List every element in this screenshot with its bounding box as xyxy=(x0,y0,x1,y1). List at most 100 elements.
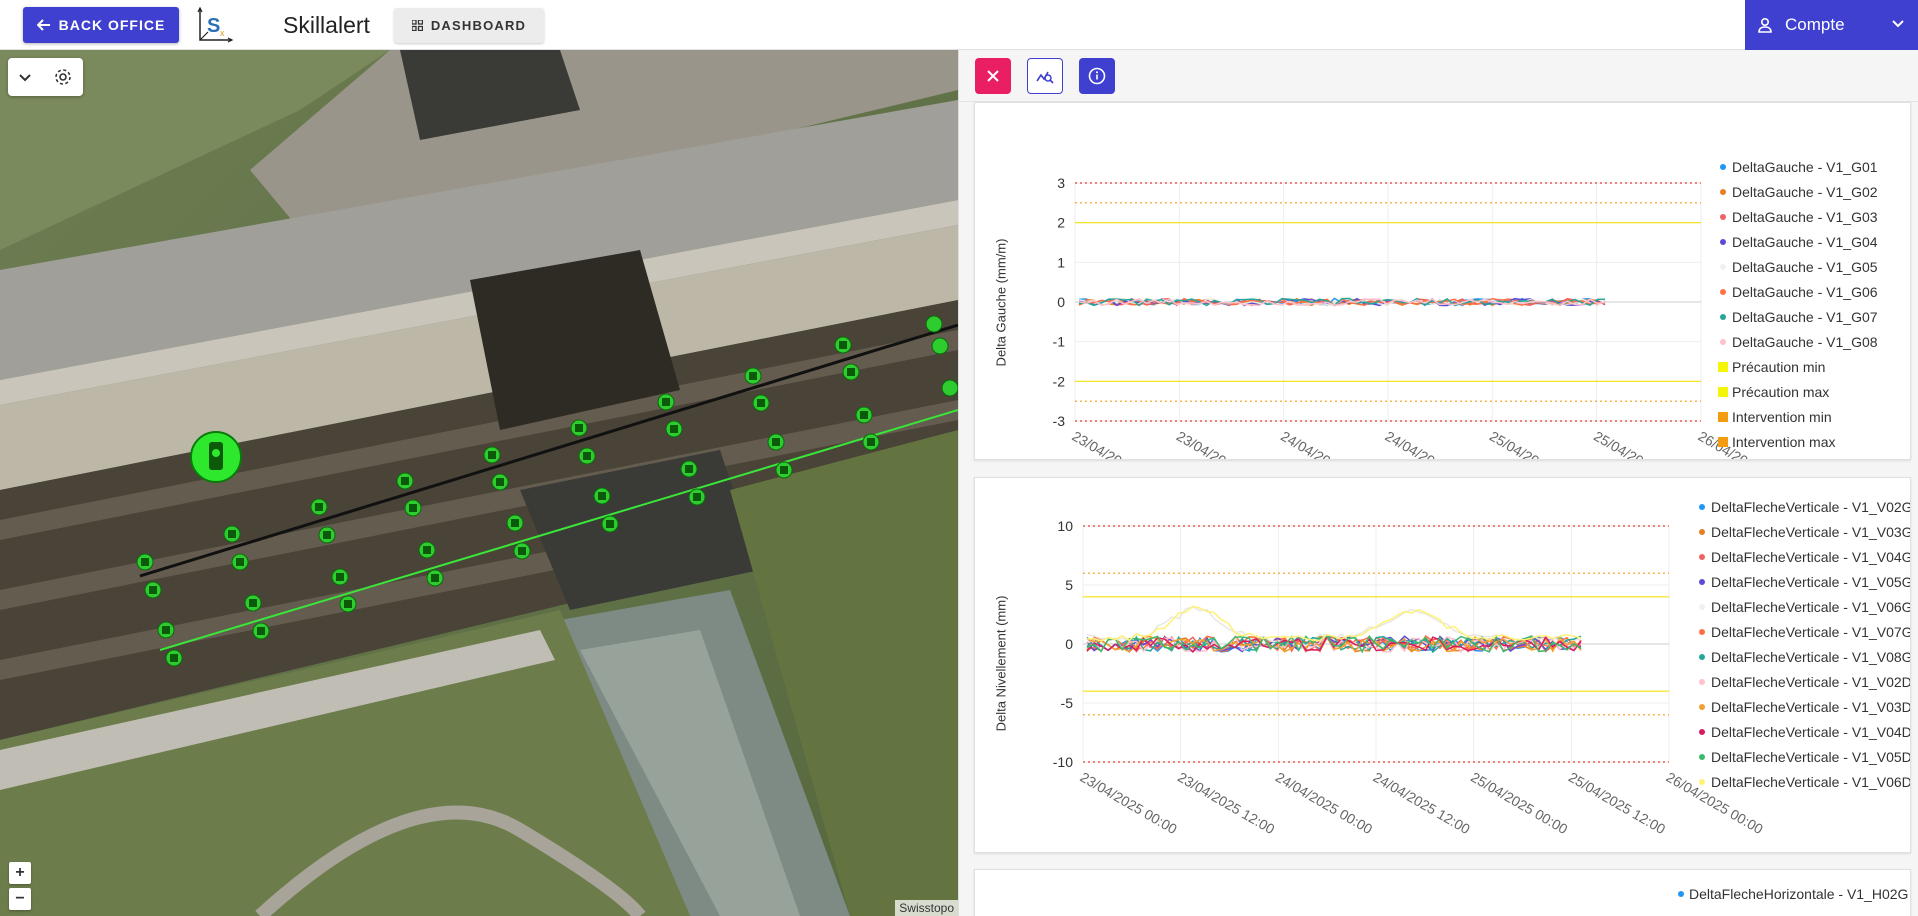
legend-item[interactable]: DeltaGauche - V1_G08 xyxy=(1732,334,1878,350)
gear-icon[interactable] xyxy=(53,67,73,87)
x-tick-label: 23/04/2025 00:00 xyxy=(1070,428,1173,460)
user-icon xyxy=(1758,17,1772,33)
legend-marker xyxy=(1718,362,1728,372)
y-axis-label: Delta Gauche (mm/m) xyxy=(993,238,1009,367)
y-tick-label: 10 xyxy=(1057,518,1073,534)
legend-marker xyxy=(1720,164,1726,170)
legend-item[interactable]: DeltaFlecheVerticale - V1_V03G xyxy=(1711,524,1911,540)
chart-search-icon xyxy=(1036,71,1054,84)
legend-marker xyxy=(1699,604,1705,610)
legend-item[interactable]: DeltaGauche - V1_G05 xyxy=(1732,259,1878,275)
grid-icon xyxy=(411,20,423,31)
y-tick-label: -3 xyxy=(1053,413,1066,429)
legend-marker xyxy=(1718,412,1728,422)
legend-marker xyxy=(1720,289,1726,295)
y-tick-label: 2 xyxy=(1057,215,1065,231)
x-tick-label: 25/04/2025 00:00 xyxy=(1468,769,1571,837)
legend-item[interactable]: DeltaGauche - V1_G07 xyxy=(1732,309,1878,325)
legend-item[interactable]: DeltaGauche - V1_G04 xyxy=(1732,234,1878,250)
legend-item[interactable]: DeltaGauche - V1_G01 xyxy=(1732,159,1878,175)
y-tick-label: 0 xyxy=(1057,294,1065,310)
x-tick-label: 24/04/2025 12:00 xyxy=(1371,769,1474,837)
map-control-group xyxy=(8,58,83,96)
chart-zoom-button[interactable] xyxy=(1027,58,1063,94)
close-panel-button[interactable] xyxy=(975,58,1011,94)
dashboard-button[interactable]: DASHBOARD xyxy=(394,8,544,43)
chart-panel: 3210-1-2-323/04/2025 00:0023/04/2025 12:… xyxy=(959,50,1918,916)
legend-item[interactable]: DeltaFlecheHorizontale - V1_H02G xyxy=(1678,886,1908,902)
legend-marker xyxy=(1699,754,1705,760)
y-axis-label: Delta Nivellement (mm) xyxy=(993,595,1009,732)
legend-marker xyxy=(1699,779,1705,785)
app-title: Skillalert xyxy=(283,12,370,38)
chart-card-delta-nivellement: 10 5 0 -5 -10 23/04/2025 00:00 23/04/2025 12:0… xyxy=(974,477,1911,853)
x-tick-label: 25/04/2025 12:00 xyxy=(1591,428,1694,460)
top-bar: BACK OFFICE S x Skillalert DASHBOARD Com… xyxy=(0,0,1918,50)
legend-marker xyxy=(1699,654,1705,660)
zoom-out-button[interactable]: − xyxy=(9,888,31,910)
legend-item[interactable]: DeltaFlecheVerticale - V1_V03D xyxy=(1711,699,1911,715)
chart-delta-gauche: 3 2 1 0 -1 -2 -323/04/2025 00:0023/04/2025 12:… xyxy=(1053,159,1878,460)
chart-card-delta-horizontale: DeltaFlecheHorizontale - V1_H02G xyxy=(974,869,1911,916)
legend-item[interactable]: DeltaFlecheVerticale - V1_V05G xyxy=(1711,574,1911,590)
legend-item[interactable]: DeltaFlecheVerticale - V1_V02G xyxy=(1711,499,1911,515)
dashboard-label: DASHBOARD xyxy=(430,18,527,33)
x-tick-label: 24/04/2025 00:00 xyxy=(1278,428,1381,460)
svg-text:S: S xyxy=(207,15,220,37)
panel-toolbar xyxy=(959,50,1918,102)
y-tick-label: 1 xyxy=(1057,254,1065,270)
x-tick-label: 25/04/2025 12:00 xyxy=(1566,769,1669,837)
legend-item[interactable]: Précaution min xyxy=(1732,359,1825,375)
y-tick-label: 3 xyxy=(1057,175,1065,191)
legend-item[interactable]: DeltaFlecheVerticale - V1_V07G xyxy=(1711,624,1911,640)
x-tick-label: 23/04/2025 12:00 xyxy=(1175,769,1278,837)
legend-item[interactable]: DeltaFlecheVerticale - V1_V06D xyxy=(1711,774,1911,790)
legend-marker xyxy=(1718,387,1728,397)
legend-marker xyxy=(1720,214,1726,220)
legend-item[interactable]: Intervention min xyxy=(1732,409,1832,425)
chart-card-delta-gauche: 3 2 1 0 -1 -2 -323/04/2025 00:0023/04/2025 12:… xyxy=(974,102,1911,460)
map-view[interactable]: + − Swisstopo xyxy=(0,50,958,916)
x-tick-label: 25/04/2025 00:00 xyxy=(1487,428,1590,460)
arrow-left-icon xyxy=(36,19,50,31)
chevron-down-icon xyxy=(1892,20,1904,28)
svg-text:x: x xyxy=(220,28,225,38)
legend-item[interactable]: Intervention max xyxy=(1732,434,1836,450)
chart-delta-nivellement: 10 5 0 -5 -10 23/04/2025 00:0023/04/2025 12:0… xyxy=(1053,499,1911,837)
map-attribution: Swisstopo xyxy=(895,900,958,916)
legend-item[interactable]: DeltaFlecheVerticale - V1_V06G xyxy=(1711,599,1911,615)
back-office-button[interactable]: BACK OFFICE xyxy=(23,7,179,43)
legend-marker xyxy=(1720,239,1726,245)
legend-item[interactable]: DeltaGauche - V1_G03 xyxy=(1732,209,1878,225)
x-tick-label: 23/04/2025 12:00 xyxy=(1174,428,1277,460)
y-tick-label: -10 xyxy=(1053,754,1073,770)
legend-item[interactable]: DeltaFlecheVerticale - V1_V05D xyxy=(1711,749,1911,765)
legend-marker xyxy=(1720,314,1726,320)
x-tick-label: 23/04/2025 00:00 xyxy=(1078,769,1181,837)
legend-item[interactable]: DeltaFlecheVerticale - V1_V02D xyxy=(1711,674,1911,690)
x-tick-label: 24/04/2025 00:00 xyxy=(1273,769,1376,837)
legend-item[interactable]: DeltaGauche - V1_G06 xyxy=(1732,284,1878,300)
chevron-down-icon[interactable] xyxy=(18,70,32,84)
y-tick-label: 0 xyxy=(1065,636,1073,652)
skillalert-logo: S x xyxy=(197,6,234,43)
zoom-in-button[interactable]: + xyxy=(9,862,31,884)
account-menu[interactable]: Compte xyxy=(1745,0,1918,50)
account-label: Compte xyxy=(1785,15,1845,34)
close-icon xyxy=(987,70,999,82)
legend-marker xyxy=(1699,629,1705,635)
legend-marker xyxy=(1699,729,1705,735)
legend-marker xyxy=(1720,264,1726,270)
legend-item[interactable]: DeltaFlecheVerticale - V1_V04G xyxy=(1711,549,1911,565)
legend-item[interactable]: Précaution max xyxy=(1732,384,1829,400)
info-button[interactable] xyxy=(1079,58,1115,94)
legend-item[interactable]: DeltaGauche - V1_G02 xyxy=(1732,184,1878,200)
legend-marker xyxy=(1699,504,1705,510)
legend-marker xyxy=(1720,189,1726,195)
legend-marker xyxy=(1699,679,1705,685)
legend-item[interactable]: DeltaFlecheVerticale - V1_V04D xyxy=(1711,724,1911,740)
legend-item[interactable]: DeltaFlecheVerticale - V1_V08G xyxy=(1711,649,1911,665)
y-tick-label: -1 xyxy=(1053,334,1066,350)
legend-marker xyxy=(1720,339,1726,345)
legend-marker xyxy=(1699,529,1705,535)
